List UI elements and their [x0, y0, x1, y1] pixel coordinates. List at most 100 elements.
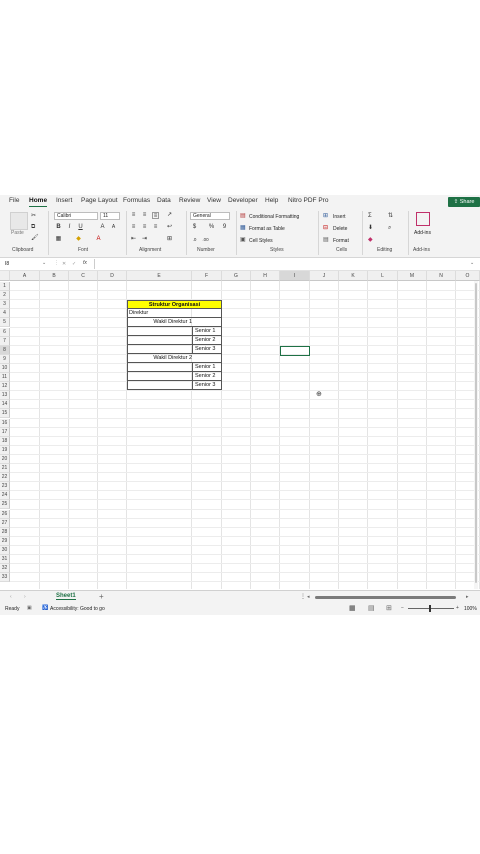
column-header[interactable]: B	[40, 271, 69, 281]
decrease-decimal-icon[interactable]: .00	[202, 236, 209, 243]
senior-cell[interactable]: Senior 1	[192, 327, 222, 336]
spreadsheet-grid[interactable]: ABCDEFGHIJKLMNO 1 2 3 4 5 6 7 8 9 10 11 12 13 14 15 16 1…	[0, 271, 480, 589]
font-color-icon[interactable]: A	[95, 236, 102, 243]
decrease-font-icon[interactable]: A	[110, 224, 117, 231]
cell-styles-button[interactable]: Cell Styles	[249, 238, 273, 244]
row-header[interactable]: 11	[0, 373, 10, 383]
senior-cell[interactable]: Senior 2	[192, 336, 222, 345]
row-header[interactable]: 31	[0, 555, 10, 565]
row-header[interactable]: 21	[0, 464, 10, 474]
row-header[interactable]: 14	[0, 400, 10, 410]
add-ins-icon[interactable]	[416, 212, 430, 226]
row-header[interactable]: 5	[0, 318, 10, 328]
format-as-table-button[interactable]: Format as Table	[249, 226, 285, 232]
clear-icon[interactable]: ◆	[368, 236, 373, 244]
comma-style-icon[interactable]: 9	[221, 224, 228, 231]
column-header[interactable]: E	[127, 271, 192, 281]
row-header[interactable]: 10	[0, 363, 10, 373]
page-layout-view-icon[interactable]: ▤	[368, 604, 375, 612]
insert-cells-button[interactable]: Insert	[333, 214, 346, 220]
row-header[interactable]: 32	[0, 564, 10, 574]
sort-filter-icon[interactable]: ⇅	[388, 212, 393, 220]
conditional-formatting-icon[interactable]: ▤	[240, 212, 246, 220]
borders-icon[interactable]: ▦	[55, 236, 62, 243]
column-header[interactable]: D	[98, 271, 127, 281]
format-cells-button[interactable]: Format	[333, 238, 349, 244]
sheet-tab-sheet1[interactable]: Sheet1	[56, 593, 76, 600]
row-header[interactable]: 1	[0, 282, 10, 292]
share-button[interactable]: ⇪ Share	[448, 197, 480, 207]
increase-decimal-icon[interactable]: .0	[191, 236, 198, 243]
accessibility-status[interactable]: Accessibility: Good to go	[50, 606, 105, 612]
column-header[interactable]: M	[398, 271, 427, 281]
insert-cells-icon[interactable]: ⊞	[323, 212, 328, 220]
page-break-preview-icon[interactable]: ⊞	[386, 604, 392, 612]
row-header[interactable]: 2	[0, 291, 10, 301]
tab-data[interactable]: Data	[157, 197, 171, 204]
scroll-sheets-right-icon[interactable]: ›	[24, 594, 26, 600]
column-header[interactable]: G	[222, 271, 251, 281]
scroll-right-icon[interactable]: ▸	[466, 594, 469, 600]
tab-nitro-pdf-pro[interactable]: Nitro PDF Pro	[288, 197, 328, 204]
row-header[interactable]: 6	[0, 327, 10, 337]
tab-view[interactable]: View	[207, 197, 221, 204]
percent-icon[interactable]: %	[208, 224, 215, 231]
column-header[interactable]: I	[280, 271, 310, 281]
cell-styles-icon[interactable]: ▣	[240, 236, 246, 244]
active-cell-selection[interactable]	[280, 346, 310, 356]
row-header[interactable]: 12	[0, 382, 10, 392]
row-header[interactable]: 19	[0, 445, 10, 455]
add-ins-button[interactable]: Add-ins	[414, 230, 431, 236]
cancel-entry-icon[interactable]: ✕	[62, 261, 66, 267]
accessibility-icon[interactable]: ♿	[42, 605, 48, 611]
row-header[interactable]: 30	[0, 545, 10, 555]
name-box-dropdown-icon[interactable]: ⌄	[42, 260, 46, 266]
senior-cell[interactable]: Senior 1	[192, 363, 222, 372]
italic-icon[interactable]: I	[66, 224, 73, 231]
conditional-formatting-button[interactable]: Conditional Formatting	[249, 214, 299, 220]
zoom-slider[interactable]	[408, 608, 454, 609]
column-header[interactable]: L	[368, 271, 398, 281]
row-header[interactable]: 29	[0, 536, 10, 546]
row-header[interactable]: 4	[0, 309, 10, 319]
row-header[interactable]: 23	[0, 482, 10, 492]
middle-align-icon[interactable]: ≡	[141, 212, 148, 219]
row-header[interactable]: 15	[0, 409, 10, 419]
delete-cells-icon[interactable]: ⊟	[323, 224, 328, 232]
row-header[interactable]: 28	[0, 527, 10, 537]
row-header[interactable]: 22	[0, 473, 10, 483]
top-align-icon[interactable]: ≡	[130, 212, 137, 219]
more-sheets-icon[interactable]: ⋮	[300, 593, 306, 600]
row-header[interactable]: 33	[0, 573, 10, 583]
tab-review[interactable]: Review	[179, 197, 200, 204]
select-all-corner[interactable]	[0, 271, 10, 281]
row-header[interactable]: 9	[0, 354, 10, 364]
paste-icon[interactable]	[10, 212, 28, 230]
column-header[interactable]: F	[192, 271, 222, 281]
autosum-icon[interactable]: Σ	[368, 212, 372, 220]
underline-icon[interactable]: U	[77, 224, 84, 231]
row-header[interactable]: 17	[0, 427, 10, 437]
zoom-level[interactable]: 100%	[464, 606, 477, 612]
column-header[interactable]: H	[251, 271, 280, 281]
tab-help[interactable]: Help	[265, 197, 278, 204]
column-header[interactable]: O	[456, 271, 480, 281]
insert-function-icon[interactable]: fx	[83, 260, 87, 266]
decrease-indent-icon[interactable]: ⇤	[130, 236, 137, 243]
cut-icon[interactable]: ✂	[31, 212, 36, 220]
tab-home[interactable]: Home	[29, 197, 48, 207]
zoom-out-icon[interactable]: −	[401, 605, 404, 611]
senior-cell[interactable]: Senior 3	[192, 381, 222, 390]
row-header[interactable]: 25	[0, 500, 10, 510]
tab-page-layout[interactable]: Page Layout	[81, 197, 118, 204]
vertical-scrollbar[interactable]	[474, 281, 478, 589]
merge-center-icon[interactable]: ⊞	[166, 236, 173, 243]
align-right-icon[interactable]: ≡	[152, 224, 159, 231]
senior-cell[interactable]: Senior 3	[192, 345, 222, 354]
macro-recording-icon[interactable]: ▣	[27, 605, 32, 611]
vertical-scroll-thumb[interactable]	[475, 283, 477, 583]
format-cells-icon[interactable]: ▤	[323, 236, 329, 244]
row-header[interactable]: 3	[0, 300, 10, 310]
bold-icon[interactable]: B	[55, 224, 62, 231]
number-format-select[interactable]: General	[190, 212, 230, 220]
